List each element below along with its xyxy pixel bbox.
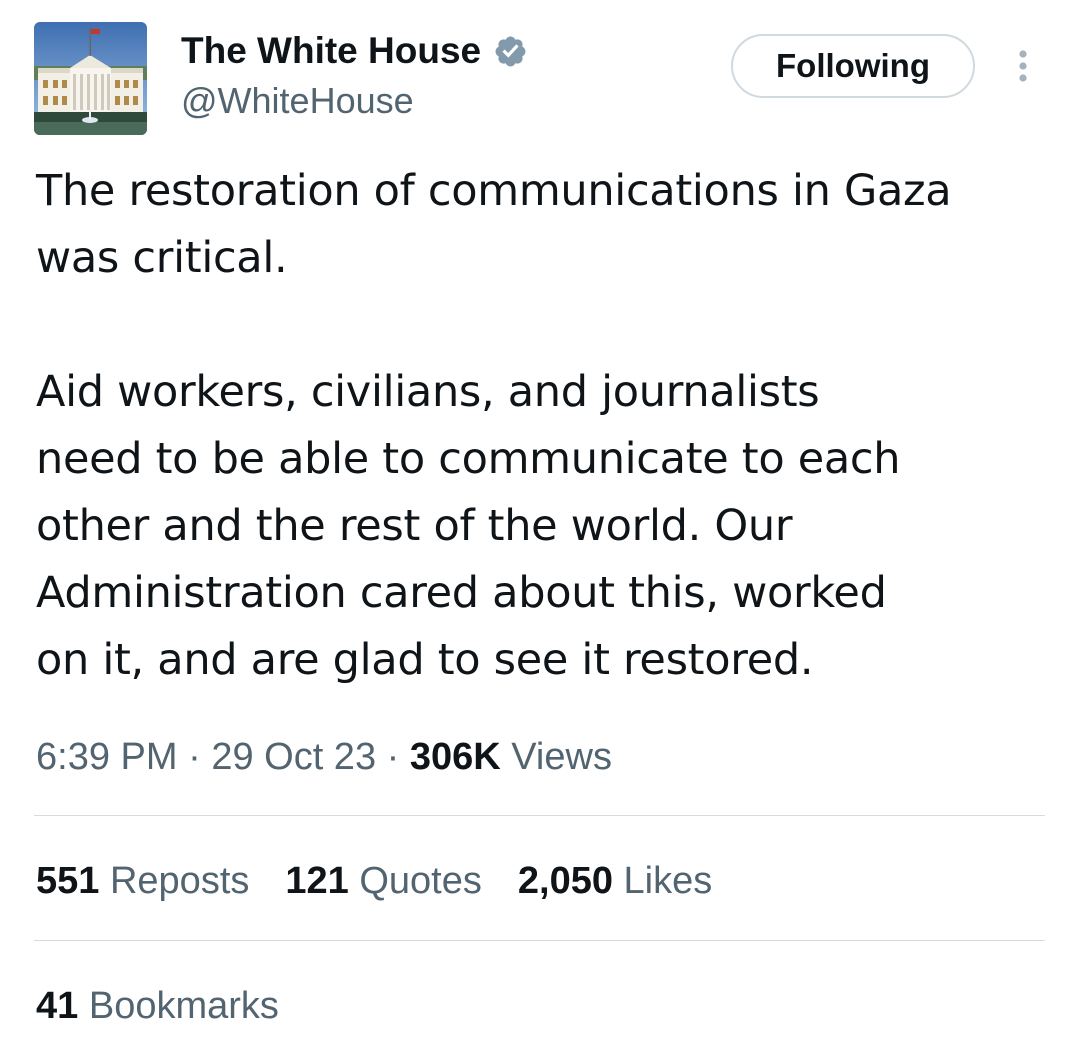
meta-separator: · xyxy=(188,736,201,778)
views-label: Views xyxy=(511,736,612,778)
reposts-label: Reposts xyxy=(109,860,250,902)
tweet-date[interactable]: 29 Oct 23 xyxy=(211,736,376,778)
tweet-text: The restoration of communications in Gaz… xyxy=(36,158,1056,694)
engagement-stats: 551 Reposts 121 Quotes 2,050 Likes xyxy=(36,857,748,905)
divider xyxy=(34,815,1045,816)
tweet-time[interactable]: 6:39 PM xyxy=(36,736,178,778)
bookmarks-count: 41 xyxy=(36,985,79,1027)
quotes-count: 121 xyxy=(285,860,349,902)
divider xyxy=(34,940,1045,941)
views-count: 306K xyxy=(409,736,501,778)
author-name-row[interactable]: The White House xyxy=(181,26,528,76)
avatar[interactable] xyxy=(34,22,147,135)
white-house-avatar xyxy=(34,22,147,135)
following-button[interactable]: Following xyxy=(731,34,975,98)
reposts-stat[interactable]: 551 Reposts xyxy=(36,857,249,905)
meta-separator: · xyxy=(386,736,400,778)
likes-label: Likes xyxy=(623,860,713,902)
quotes-label: Quotes xyxy=(359,860,482,902)
display-name[interactable]: The White House xyxy=(181,26,481,76)
tweet-meta: 6:39 PM · 29 Oct 23 · 306K Views xyxy=(36,733,612,781)
bookmarks-label: Bookmarks xyxy=(88,985,279,1027)
quotes-stat[interactable]: 121 Quotes xyxy=(285,857,482,905)
author-handle[interactable]: @WhiteHouse xyxy=(181,78,414,124)
verified-badge-icon xyxy=(493,34,528,69)
tweet-paragraph: Aid workers, civilians, and journalists … xyxy=(36,367,901,685)
likes-count: 2,050 xyxy=(517,860,613,902)
bookmarks-stat[interactable]: 41 Bookmarks xyxy=(36,982,279,1030)
more-vertical-icon[interactable] xyxy=(1010,48,1036,88)
tweet-paragraph: The restoration of communications in Gaz… xyxy=(36,166,952,283)
likes-stat[interactable]: 2,050 Likes xyxy=(518,857,712,905)
reposts-count: 551 xyxy=(36,860,100,902)
